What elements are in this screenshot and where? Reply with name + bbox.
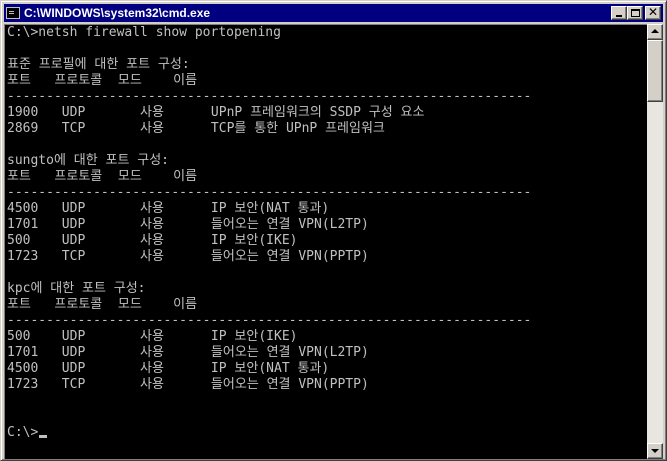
maximize-icon [631,9,640,17]
text-cursor [39,435,48,438]
close-icon: ✕ [647,5,659,19]
console-line: 1723 TCP 사용 들어오는 연결 VPN(PPTP) [7,377,369,392]
console-line: C:\> [5,425,647,441]
console-line: 4500 UDP 사용 IP 보안(NAT 통과) [7,361,330,376]
console-line: sungto에 대한 포트 구성: [7,153,169,168]
console-line: C:\>netsh firewall show portopening [7,25,281,40]
minimize-button[interactable] [611,6,627,20]
console-line: 표준 프로필에 대한 포트 구성: [7,57,190,72]
console-line: 1701 UDP 사용 들어오는 연결 VPN(L2TP) [7,345,369,360]
console-line: 포트 프로토콜 모드 이름 [7,73,198,88]
scroll-up-arrow-icon [651,29,659,33]
console-line: 1900 UDP 사용 UPnP 프레임워크의 SSDP 구성 요소 [7,105,425,120]
console-line: kpc에 대한 포트 구성: [7,281,146,296]
console-line: 1723 TCP 사용 들어오는 연결 VPN(PPTP) [7,249,369,264]
console-line: 500 UDP 사용 IP 보안(IKE) [7,233,298,248]
minimize-icon [616,15,622,17]
scroll-down-button[interactable] [647,443,663,459]
cmd-window: C:\WINDOWS\system32\cmd.exe ✕ C:\>netsh … [0,0,667,461]
console-icon[interactable] [6,7,20,19]
console-line: ----------------------------------------… [7,89,532,104]
vertical-scrollbar[interactable] [647,24,663,459]
close-button[interactable]: ✕ [645,5,661,20]
maximize-button[interactable] [627,6,643,20]
scroll-down-arrow-icon [651,449,659,453]
console-line: 2869 TCP 사용 TCP를 통한 UPnP 프레임워크 [7,121,385,136]
title-bar[interactable]: C:\WINDOWS\system32\cmd.exe ✕ [4,4,663,22]
console-line: ----------------------------------------… [7,313,532,328]
scroll-up-button[interactable] [647,24,663,40]
console-line: 포트 프로토콜 모드 이름 [7,297,198,312]
console-line: ----------------------------------------… [7,185,532,200]
scroll-thumb[interactable] [647,40,663,102]
console-line: 1701 UDP 사용 들어오는 연결 VPN(L2TP) [7,217,369,232]
console-line: 4500 UDP 사용 IP 보안(NAT 통과) [7,201,330,216]
window-title: C:\WINDOWS\system32\cmd.exe [24,6,211,20]
console-output[interactable]: C:\>netsh firewall show portopening 표준 프로… [4,24,647,459]
console-line: 500 UDP 사용 IP 보안(IKE) [7,329,298,344]
window-controls: ✕ [611,5,661,20]
console-line: 포트 프로토콜 모드 이름 [7,169,198,184]
